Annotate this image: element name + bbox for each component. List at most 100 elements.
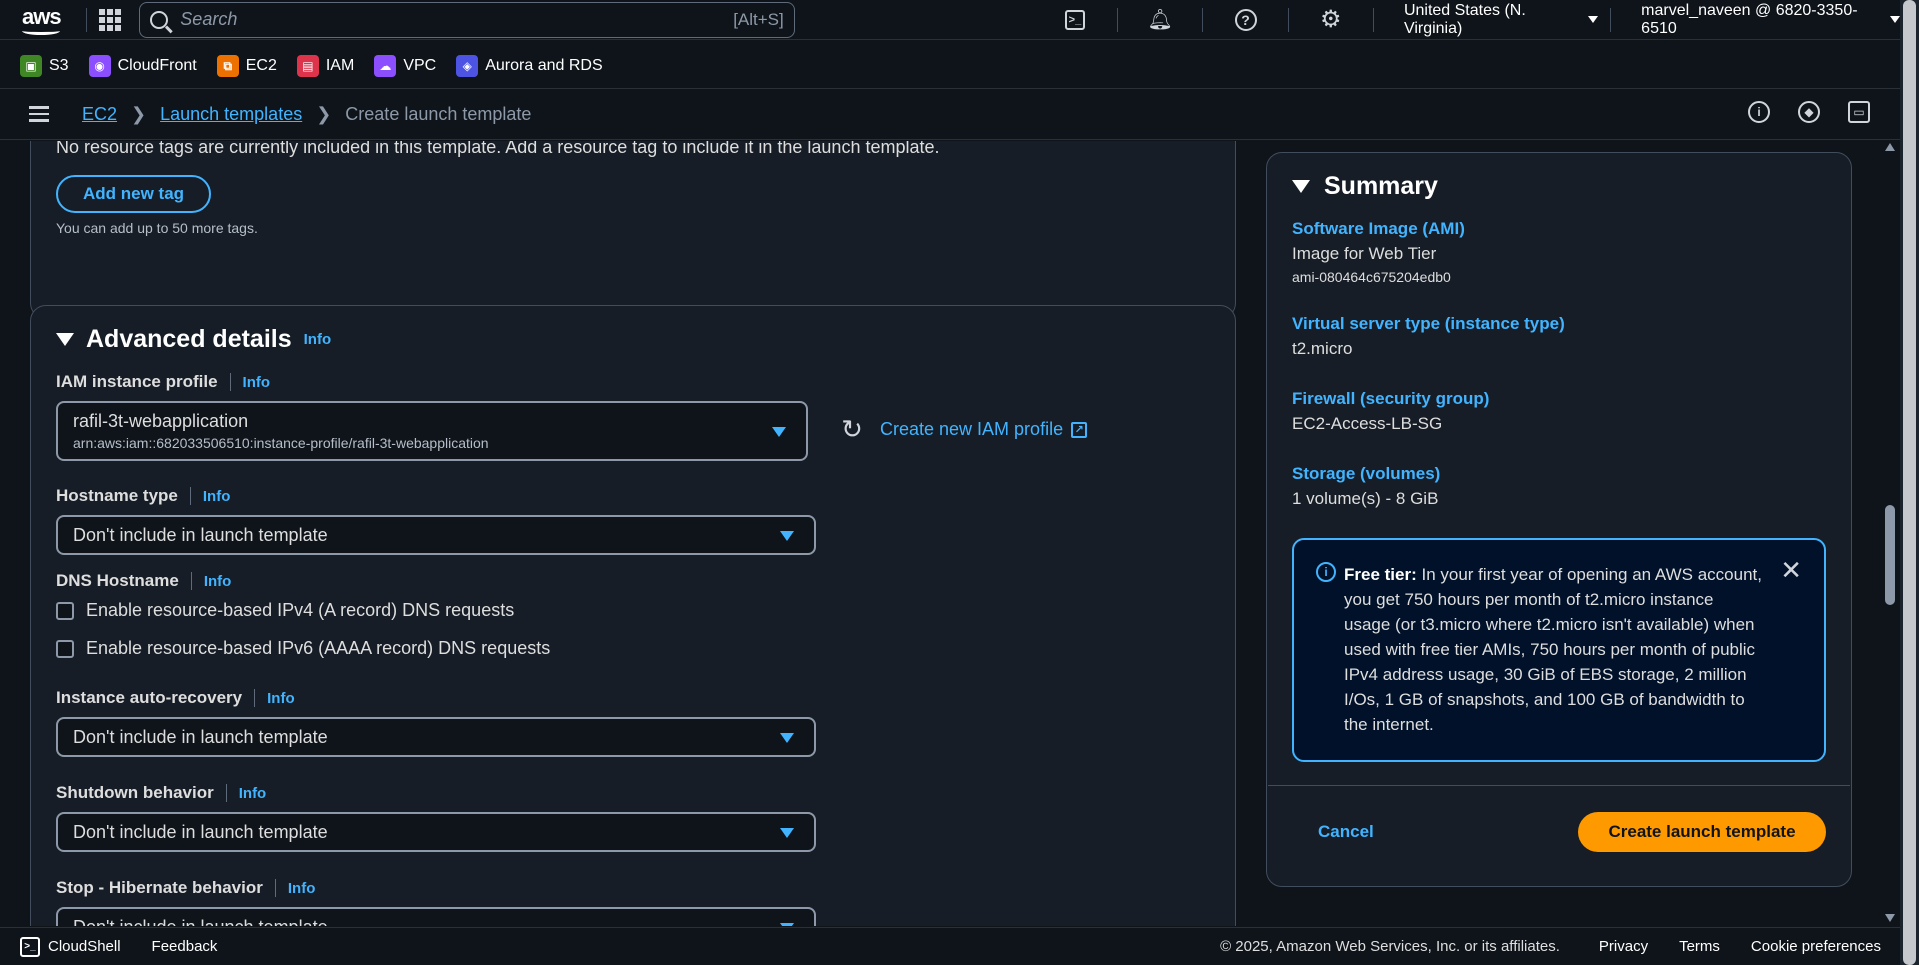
top-icons: >_ 🔔︎ ? ⚙ United States (N. Virginia) ma… [1045, 2, 1900, 38]
main-content: No resource tags are currently included … [0, 141, 1883, 926]
hostname-type-select[interactable]: Don't include in launch template [56, 515, 816, 555]
scroll-up-icon[interactable] [1885, 143, 1895, 151]
dropdown-arrow-icon [780, 923, 794, 926]
refresh-icon[interactable]: ↻ [838, 415, 866, 443]
free-tier-alert: i ✕ Free tier: In your first year of ope… [1292, 538, 1826, 762]
breadcrumb: EC2 ❯ Launch templates ❯ Create launch t… [82, 104, 531, 125]
region-selector[interactable]: United States (N. Virginia) [1403, 1, 1599, 38]
favorite-ec2[interactable]: ⧉ EC2 [216, 55, 277, 77]
create-launch-template-button[interactable]: Create launch template [1578, 812, 1826, 852]
hibernate-behavior-label: Stop - Hibernate behavior Info [56, 878, 315, 898]
hamburger-menu-icon[interactable] [29, 106, 49, 122]
select-value: Don't include in launch template [73, 726, 328, 747]
summary-firewall: EC2-Access-LB-SG [1292, 414, 1443, 433]
info-link[interactable]: Info [304, 331, 332, 348]
summary-ami-link[interactable]: Software Image (AMI) [1292, 219, 1465, 239]
global-search[interactable]: [Alt+S] [139, 1, 795, 38]
cookie-preferences-link[interactable]: Cookie preferences [1751, 938, 1881, 955]
scrollbar-thumb[interactable] [1885, 505, 1895, 605]
dns-hostname-label: DNS Hostname Info [56, 571, 231, 591]
breadcrumb-launch-templates[interactable]: Launch templates [160, 104, 302, 125]
add-new-tag-button[interactable]: Add new tag [56, 175, 212, 213]
feedback-panel-icon[interactable]: ▭ [1848, 101, 1870, 123]
window-scrollbar[interactable] [1900, 0, 1919, 965]
footer: >_ CloudShell Feedback © 2025, Amazon We… [0, 927, 1900, 965]
label-text: Shutdown behavior [56, 783, 214, 802]
select-value: Don't include in launch template [73, 917, 328, 927]
footer-right: © 2025, Amazon Web Services, Inc. or its… [1220, 938, 1881, 955]
no-tags-text: No resource tags are currently included … [56, 141, 940, 157]
notifications-button[interactable]: 🔔︎ [1141, 2, 1179, 38]
aws-logo[interactable]: aws [20, 2, 74, 38]
label-text: IAM instance profile [56, 372, 218, 391]
services-grid-icon[interactable] [99, 8, 122, 31]
info-link[interactable]: Info [239, 785, 267, 802]
privacy-link[interactable]: Privacy [1599, 938, 1648, 955]
cloudshell-link[interactable]: CloudShell [48, 938, 121, 955]
gear-icon: ⚙ [1320, 6, 1342, 33]
label-text: DNS Hostname [56, 571, 179, 590]
feedback-link[interactable]: Feedback [152, 938, 218, 955]
dns-ipv4-checkbox[interactable] [56, 601, 74, 620]
info-link[interactable]: Info [267, 690, 295, 707]
shutdown-behavior-select[interactable]: Don't include in launch template [56, 812, 816, 852]
dropdown-arrow-icon [780, 828, 794, 838]
auto-recovery-select[interactable]: Don't include in launch template [56, 717, 816, 757]
iam-profile-label: IAM instance profile Info [56, 372, 270, 392]
favorites-bar: ▣ S3 ◉ CloudFront ⧉ EC2 ▤ IAM ☁ VPC ◈ Aurora a… [0, 46, 1900, 86]
tags-limit-note: You can add up to 50 more tags. [56, 220, 258, 236]
dns-ipv6-checkbox[interactable] [56, 639, 74, 658]
favorite-cloudfront[interactable]: ◉ CloudFront [88, 55, 197, 77]
cloudfront-icon: ◉ [88, 55, 111, 77]
favorite-label: EC2 [245, 57, 277, 74]
dropdown-arrow-icon [780, 733, 794, 743]
summary-instance-type-link[interactable]: Virtual server type (instance type) [1292, 314, 1565, 334]
settings-button[interactable]: ⚙ [1312, 2, 1350, 38]
breadcrumb-ec2[interactable]: EC2 [82, 104, 117, 125]
content-scrollbar[interactable] [1883, 141, 1897, 926]
terminal-icon: >_ [1064, 9, 1085, 30]
aws-smile-icon [22, 27, 60, 35]
scroll-down-icon[interactable] [1885, 914, 1895, 922]
terms-link[interactable]: Terms [1679, 938, 1720, 955]
cloudshell-icon[interactable]: >_ [20, 936, 40, 957]
search-input[interactable] [180, 9, 734, 30]
account-menu[interactable]: marvel_naveen @ 6820-3350-6510 [1641, 2, 1900, 38]
top-navigation-bar: aws [Alt+S] >_ 🔔︎ ? ⚙ United States (N. … [0, 0, 1900, 40]
favorite-label: S3 [49, 57, 69, 74]
info-link[interactable]: Info [204, 573, 232, 590]
region-label: United States (N. Virginia) [1403, 1, 1526, 37]
info-link[interactable]: Info [288, 880, 316, 897]
hibernate-behavior-select[interactable]: Don't include in launch template [56, 907, 816, 926]
info-link[interactable]: Info [203, 488, 231, 505]
summary-divider [1268, 785, 1850, 786]
chevron-right-icon: ❯ [316, 103, 332, 124]
free-tier-label: Free tier: [1344, 565, 1417, 584]
caret-down-icon [1588, 16, 1599, 23]
dns-ipv6-checkbox-row[interactable]: Enable resource-based IPv6 (AAAA record)… [56, 638, 550, 659]
caret-down-icon [1889, 16, 1900, 23]
summary-firewall-link[interactable]: Firewall (security group) [1292, 389, 1489, 409]
favorite-vpc[interactable]: ☁ VPC [374, 55, 436, 77]
info-link[interactable]: Info [243, 374, 271, 391]
checkbox-label: Enable resource-based IPv4 (A record) DN… [86, 600, 515, 620]
summary-header[interactable]: Summary [1292, 172, 1438, 201]
favorite-iam[interactable]: ▤ IAM [296, 55, 354, 77]
iam-icon: ▤ [296, 55, 319, 77]
close-icon[interactable]: ✕ [1780, 557, 1802, 583]
notifications-panel-icon[interactable]: ◆ [1798, 101, 1820, 123]
favorite-s3[interactable]: ▣ S3 [20, 55, 69, 77]
create-iam-profile-link[interactable]: Create new IAM profile ↗ [880, 419, 1088, 440]
favorite-aurora-rds[interactable]: ◈ Aurora and RDS [456, 55, 603, 77]
iam-profile-value: rafil-3t-webapplication [73, 411, 249, 431]
advanced-details-header[interactable]: Advanced details Info [56, 325, 331, 354]
dns-ipv4-checkbox-row[interactable]: Enable resource-based IPv4 (A record) DN… [56, 600, 514, 621]
summary-storage-link[interactable]: Storage (volumes) [1292, 464, 1440, 484]
window-scrollbar-thumb[interactable] [1903, 0, 1916, 965]
label-text: Stop - Hibernate behavior [56, 878, 263, 897]
iam-profile-select[interactable]: rafil-3t-webapplication arn:aws:iam::682… [56, 401, 808, 461]
help-button[interactable]: ? [1226, 2, 1264, 38]
info-panel-icon[interactable]: i [1748, 101, 1770, 123]
cancel-button[interactable]: Cancel [1318, 822, 1374, 842]
cloudshell-button[interactable]: >_ [1056, 2, 1094, 38]
